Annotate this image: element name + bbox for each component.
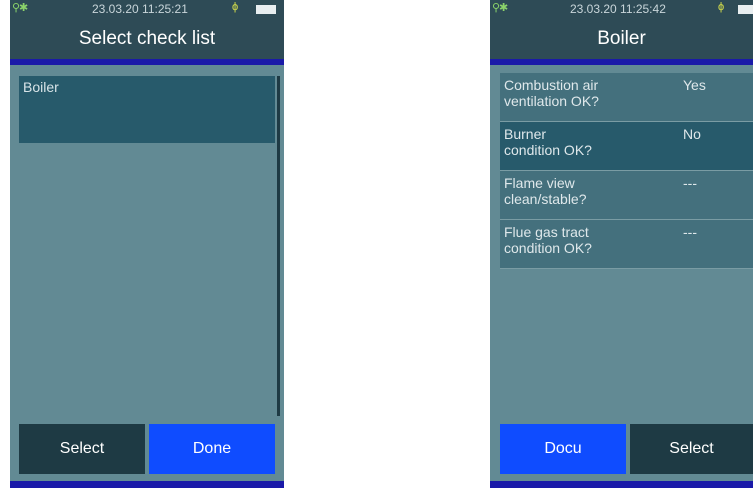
status-datetime: 23.03.20 11:25:21 <box>92 2 188 16</box>
checklist-row[interactable]: Burner condition OK? No <box>500 122 753 171</box>
scrollbar[interactable] <box>277 76 280 416</box>
status-bar: ⚲✱ 23.03.20 11:25:42 ϕ <box>490 0 753 17</box>
title-divider <box>10 59 284 65</box>
checklist-question: Combustion air ventilation OK? <box>504 77 674 109</box>
charging-plug-icon: ϕ <box>232 1 239 13</box>
screen-boiler-checklist: ⚲✱ 23.03.20 11:25:42 ϕ Boiler Combustion… <box>490 0 753 488</box>
list-item-boiler[interactable]: Boiler <box>19 76 275 143</box>
screen-select-checklist: ⚲✱ 23.03.20 11:25:21 ϕ Select check list… <box>10 0 284 488</box>
bottom-divider <box>10 481 284 488</box>
question-line: condition OK? <box>504 240 592 256</box>
question-line: clean/stable? <box>504 191 587 207</box>
usb-bluetooth-icon: ⚲✱ <box>12 2 28 14</box>
select-button[interactable]: Select <box>19 424 145 474</box>
question-line: ventilation OK? <box>504 93 599 109</box>
bottom-divider <box>490 481 753 488</box>
checklist-row[interactable]: Combustion air ventilation OK? Yes <box>500 73 753 122</box>
question-line: Burner <box>504 126 547 142</box>
page-title: Boiler <box>490 17 753 59</box>
battery-icon <box>738 5 753 14</box>
checklist: Combustion air ventilation OK? Yes Burne… <box>500 73 753 269</box>
status-bar: ⚲✱ 23.03.20 11:25:21 ϕ <box>10 0 284 17</box>
question-line: condition OK? <box>504 142 592 158</box>
checklist-row[interactable]: Flue gas tract condition OK? --- <box>500 220 753 269</box>
checklist-question: Burner condition OK? <box>504 126 674 158</box>
list-item-label: Boiler <box>23 79 59 95</box>
page-title: Select check list <box>10 17 284 59</box>
status-datetime: 23.03.20 11:25:42 <box>570 2 666 16</box>
title-divider <box>490 59 753 65</box>
checklist-answer: Yes <box>683 77 706 93</box>
usb-bluetooth-icon: ⚲✱ <box>492 2 508 14</box>
select-button[interactable]: Select <box>630 424 753 474</box>
question-line: Flame view <box>504 175 575 191</box>
checklist-row[interactable]: Flame view clean/stable? --- <box>500 171 753 220</box>
checklist-question: Flame view clean/stable? <box>504 175 674 207</box>
charging-plug-icon: ϕ <box>718 1 725 13</box>
checklist-answer: --- <box>683 224 697 240</box>
checklist-question: Flue gas tract condition OK? <box>504 224 674 256</box>
done-button[interactable]: Done <box>149 424 275 474</box>
question-line: Flue gas tract <box>504 224 589 240</box>
checklist-answer: --- <box>683 175 697 191</box>
battery-icon <box>256 5 276 14</box>
question-line: Combustion air <box>504 77 599 93</box>
checklist-answer: No <box>683 126 701 142</box>
docu-button[interactable]: Docu <box>500 424 626 474</box>
